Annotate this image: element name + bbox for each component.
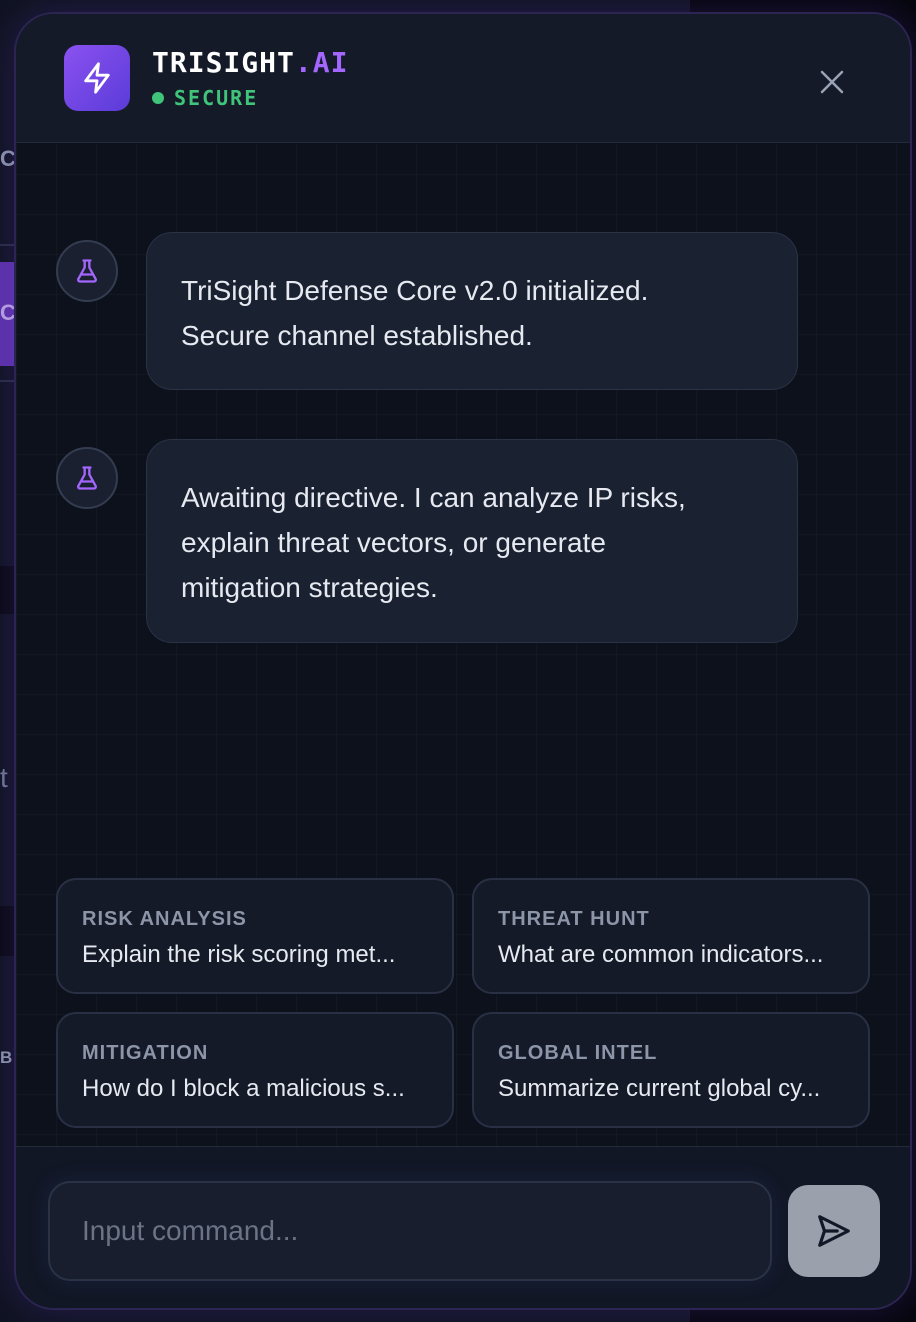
chat-panel: TRISIGHT.AI SECURE TriSight Defense Core… xyxy=(14,12,912,1310)
suggestion-card-threat-hunt[interactable]: THREAT HUNT What are common indicators..… xyxy=(472,878,870,994)
app-logo xyxy=(64,45,130,111)
send-icon xyxy=(818,1215,850,1247)
status-dot-icon xyxy=(152,92,164,104)
message-text-line: TriSight Defense Core v2.0 initialized. xyxy=(181,275,649,306)
suggestion-card-global-intel[interactable]: GLOBAL INTEL Summarize current global cy… xyxy=(472,1012,870,1128)
send-button[interactable] xyxy=(788,1185,880,1277)
background-text-fragment: t xyxy=(0,762,8,793)
suggestion-text: What are common indicators... xyxy=(498,941,824,968)
composer-bar xyxy=(16,1146,910,1308)
flask-icon xyxy=(77,259,97,283)
suggestion-text: How do I block a malicious s... xyxy=(82,1075,405,1102)
suggestion-card-risk-analysis[interactable]: RISK ANALYSIS Explain the risk scoring m… xyxy=(56,878,454,994)
suggestion-text: Summarize current global cy... xyxy=(498,1075,821,1102)
status-label: SECURE xyxy=(174,86,259,110)
suggestion-category: THREAT HUNT xyxy=(498,908,650,930)
connection-status: SECURE xyxy=(152,86,258,110)
assistant-avatar xyxy=(56,447,118,509)
suggestion-category: GLOBAL INTEL xyxy=(498,1042,658,1064)
background-text-fragment: B xyxy=(0,1048,13,1067)
assistant-message: TriSight Defense Core v2.0 initialized. … xyxy=(146,232,798,390)
suggestion-text: Explain the risk scoring met... xyxy=(82,941,396,968)
message-text-line: Awaiting directive. I can analyze IP ris… xyxy=(181,482,686,513)
suggestion-category: MITIGATION xyxy=(82,1042,209,1064)
close-icon xyxy=(820,70,844,94)
brand-title: TRISIGHT.AI xyxy=(152,46,348,79)
suggestion-card-mitigation[interactable]: MITIGATION How do I block a malicious s.… xyxy=(56,1012,454,1128)
message-text-line: explain threat vectors, or generate xyxy=(181,527,606,558)
close-button[interactable] xyxy=(812,62,852,102)
message-text-line: mitigation strategies. xyxy=(181,572,438,603)
suggestion-category: RISK ANALYSIS xyxy=(82,908,247,930)
brand-suffix: .AI xyxy=(294,46,349,79)
flask-icon xyxy=(77,466,97,490)
assistant-avatar xyxy=(56,240,118,302)
lightning-icon xyxy=(84,62,110,94)
command-input[interactable] xyxy=(48,1181,772,1281)
message-text-line: Secure channel established. xyxy=(181,320,533,351)
brand-name: TRISIGHT xyxy=(152,46,295,79)
chat-header: TRISIGHT.AI SECURE xyxy=(16,14,910,143)
assistant-message: Awaiting directive. I can analyze IP ris… xyxy=(146,439,798,643)
